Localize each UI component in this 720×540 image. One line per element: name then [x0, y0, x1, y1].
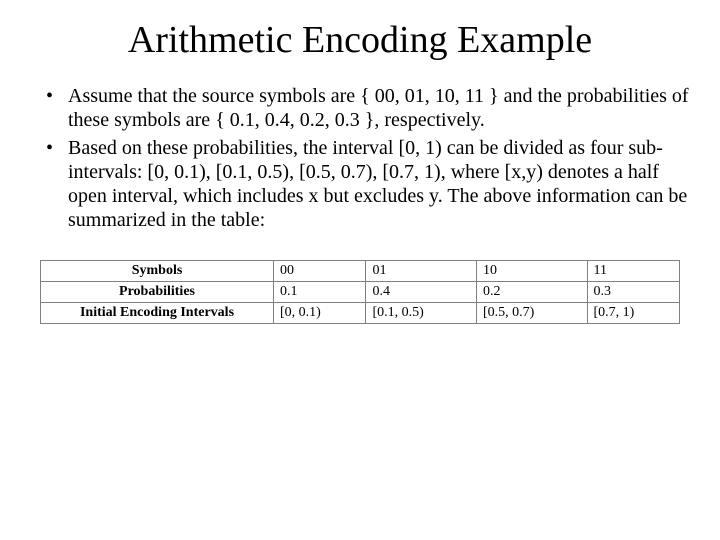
cell-symbol: 00 [274, 261, 366, 282]
bullet-item: Based on these probabilities, the interv… [40, 136, 690, 232]
cell-symbol: 01 [366, 261, 477, 282]
row-header-probabilities: Probabilities [41, 282, 274, 303]
table-row: Probabilities 0.1 0.4 0.2 0.3 [41, 282, 680, 303]
cell-prob: 0.3 [587, 282, 680, 303]
row-header-intervals: Initial Encoding Intervals [41, 303, 274, 324]
table-row: Initial Encoding Intervals [0, 0.1) [0.1… [41, 303, 680, 324]
row-header-symbols: Symbols [41, 261, 274, 282]
table-container: Symbols 00 01 10 11 Probabilities 0.1 0.… [40, 260, 680, 324]
bullet-list: Assume that the source symbols are { 00,… [30, 84, 690, 232]
cell-symbol: 10 [476, 261, 587, 282]
cell-interval: [0.7, 1) [587, 303, 680, 324]
cell-interval: [0.5, 0.7) [476, 303, 587, 324]
bullet-item: Assume that the source symbols are { 00,… [40, 84, 690, 132]
cell-interval: [0.1, 0.5) [366, 303, 477, 324]
cell-interval: [0, 0.1) [274, 303, 366, 324]
cell-prob: 0.2 [476, 282, 587, 303]
encoding-table: Symbols 00 01 10 11 Probabilities 0.1 0.… [40, 260, 680, 324]
table-row: Symbols 00 01 10 11 [41, 261, 680, 282]
slide: Arithmetic Encoding Example Assume that … [0, 0, 720, 540]
cell-prob: 0.4 [366, 282, 477, 303]
cell-symbol: 11 [587, 261, 680, 282]
page-title: Arithmetic Encoding Example [30, 18, 690, 62]
cell-prob: 0.1 [274, 282, 366, 303]
